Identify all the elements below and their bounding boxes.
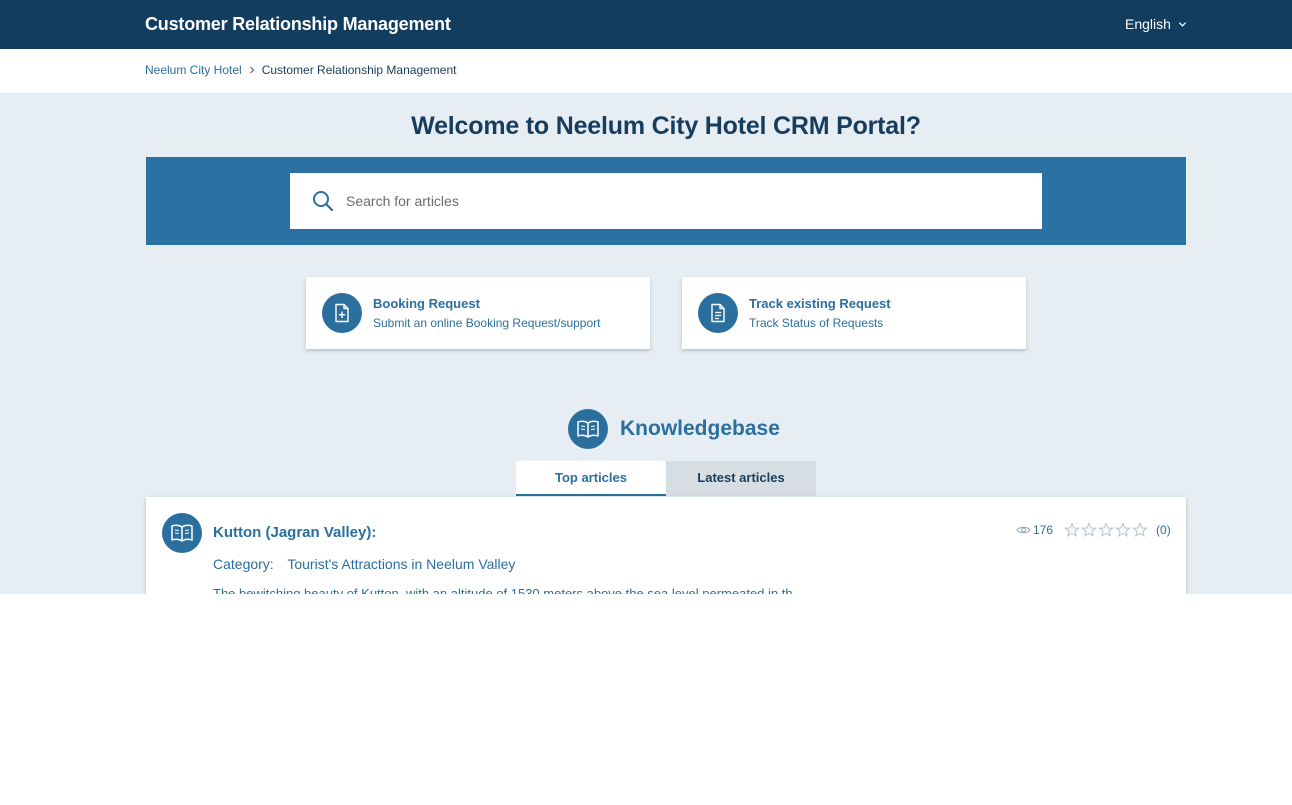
rating-stars[interactable] (1064, 522, 1148, 538)
search-box (290, 173, 1042, 229)
track-request-card[interactable]: Track existing Request Track Status of R… (682, 277, 1026, 349)
kb-icon-circle (568, 409, 608, 449)
file-plus-icon (335, 303, 349, 323)
view-count: 176 (1033, 523, 1054, 537)
card-icon-circle (322, 293, 362, 333)
tab-latest-articles[interactable]: Latest articles (666, 461, 816, 496)
search-icon[interactable] (312, 190, 334, 212)
chevron-right-icon (249, 66, 254, 74)
article-meta: 176 (0) (1016, 522, 1171, 538)
breadcrumb-current: Customer Relationship Management (261, 63, 457, 77)
language-label: English (1125, 16, 1171, 32)
top-navbar: Customer Relationship Management English (0, 0, 1292, 49)
breadcrumb-link-home[interactable]: Neelum City Hotel (145, 63, 242, 77)
card-subtitle: Track Status of Requests (749, 316, 884, 330)
star-icon[interactable] (1064, 522, 1080, 538)
eye-icon (1016, 526, 1031, 534)
search-input[interactable] (346, 173, 1026, 229)
article-excerpt: The bewitching beauty of Kutton, with an… (213, 586, 804, 594)
star-icon[interactable] (1081, 522, 1097, 538)
knowledgebase-title: Knowledgebase (620, 417, 780, 440)
booking-request-card[interactable]: Booking Request Submit an online Booking… (306, 277, 650, 349)
file-text-icon (711, 303, 725, 323)
breadcrumb: Neelum City Hotel Customer Relationship … (145, 63, 456, 77)
language-selector[interactable]: English (1125, 16, 1187, 32)
open-book-icon (171, 524, 193, 542)
knowledgebase-heading: Knowledgebase (568, 409, 780, 449)
category-label: Category: (213, 556, 274, 572)
card-subtitle: Submit an online Booking Request/support (373, 316, 601, 330)
search-banner (146, 157, 1186, 245)
card-title: Track existing Request (749, 296, 891, 311)
article-icon-circle (162, 513, 202, 553)
tab-top-articles[interactable]: Top articles (516, 461, 666, 496)
chevron-down-icon (1178, 21, 1187, 27)
page-title: Welcome to Neelum City Hotel CRM Portal? (411, 112, 921, 140)
card-title: Booking Request (373, 296, 480, 311)
main-content: Welcome to Neelum City Hotel CRM Portal?… (0, 93, 1292, 594)
article-title-link[interactable]: Kutton (Jagran Valley): (213, 524, 376, 541)
star-icon[interactable] (1098, 522, 1114, 538)
article-card: Kutton (Jagran Valley): Category: Touris… (146, 497, 1186, 594)
star-icon[interactable] (1132, 522, 1148, 538)
app-title[interactable]: Customer Relationship Management (145, 14, 451, 35)
open-book-icon (577, 420, 599, 438)
article-category: Category: Tourist's Attractions in Neelu… (213, 556, 515, 572)
rating-count: (0) (1156, 523, 1171, 537)
category-link[interactable]: Tourist's Attractions in Neelum Valley (287, 556, 515, 572)
star-icon[interactable] (1115, 522, 1131, 538)
card-icon-circle (698, 293, 738, 333)
